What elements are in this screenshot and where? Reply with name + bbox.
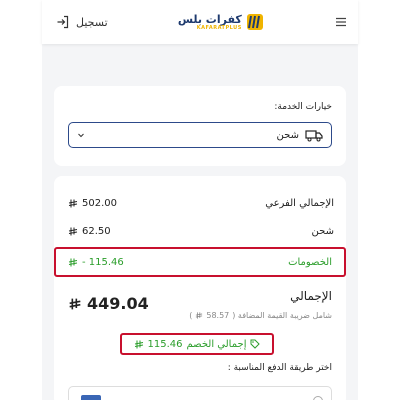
- discount-total-label: إجمالي الخصم: [186, 338, 247, 350]
- top-header: تسجيل كفرات بلس KAFARATPLUS: [42, 0, 358, 44]
- riyal-icon: [69, 298, 81, 309]
- tag-icon: [250, 339, 261, 349]
- subtotal-value: 502.00: [82, 198, 117, 209]
- subtotal-label: الإجمالي الفرعي: [265, 198, 334, 209]
- riyal-icon: [68, 258, 78, 266]
- login-button[interactable]: تسجيل: [56, 15, 108, 29]
- brand-name: كفرات بلس: [177, 12, 242, 26]
- payment-method-label: اختر طريقة الدفع المناسبة :: [227, 363, 332, 373]
- total-value: 449.04: [87, 294, 149, 313]
- shipping-row: 62.50 شحن: [68, 226, 334, 237]
- viewport: تسجيل كفرات بلس KAFARATPLUS خيارات الخدم…: [0, 0, 400, 400]
- discount-total-badge: إجمالي الخصم 115.46: [120, 333, 274, 355]
- truck-icon: [305, 130, 323, 142]
- login-label: تسجيل: [76, 15, 108, 29]
- discounts-label: الخصومات: [288, 256, 332, 268]
- service-selected-value: شحن: [276, 129, 299, 141]
- riyal-icon: [68, 199, 78, 208]
- discounts-row: - 115.46 الخصومات: [54, 247, 346, 277]
- service-options-card: خيارات الخدمة: شحن: [54, 86, 346, 166]
- card-icon: [81, 395, 101, 400]
- shipping-label: شحن: [311, 226, 334, 237]
- riyal-icon: [134, 340, 143, 348]
- chevron-down-icon: [78, 133, 84, 138]
- service-options-label: خيارات الخدمة:: [274, 102, 332, 112]
- shipping-value: 62.50: [82, 226, 111, 237]
- discount-total-value: 115.46: [147, 338, 183, 350]
- discounts-value: - 115.46: [82, 256, 124, 268]
- total-label: الإجمالي: [290, 289, 332, 303]
- riyal-icon: [68, 227, 78, 236]
- login-icon: [57, 15, 69, 29]
- brand-logo[interactable]: كفرات بلس KAFARATPLUS: [178, 13, 264, 31]
- tire-logo-icon: [246, 14, 263, 30]
- brand-sub: KAFARATPLUS: [196, 24, 242, 31]
- vat-note: شامل ضريبة القيمة المضافة ( 58.57 ): [189, 311, 332, 320]
- subtotal-row: 502.00 الإجمالي الفرعي: [68, 198, 334, 209]
- riyal-icon: [196, 312, 203, 319]
- vat-value: 58.57: [206, 311, 230, 320]
- vat-suffix: ): [189, 311, 193, 320]
- payment-radio[interactable]: [313, 396, 323, 400]
- menu-icon[interactable]: [334, 15, 348, 29]
- vat-prefix: شامل ضريبة القيمة المضافة (: [232, 311, 332, 320]
- payment-option[interactable]: [68, 386, 332, 400]
- total-amount: 449.04: [68, 294, 149, 313]
- service-select[interactable]: شحن: [68, 122, 332, 148]
